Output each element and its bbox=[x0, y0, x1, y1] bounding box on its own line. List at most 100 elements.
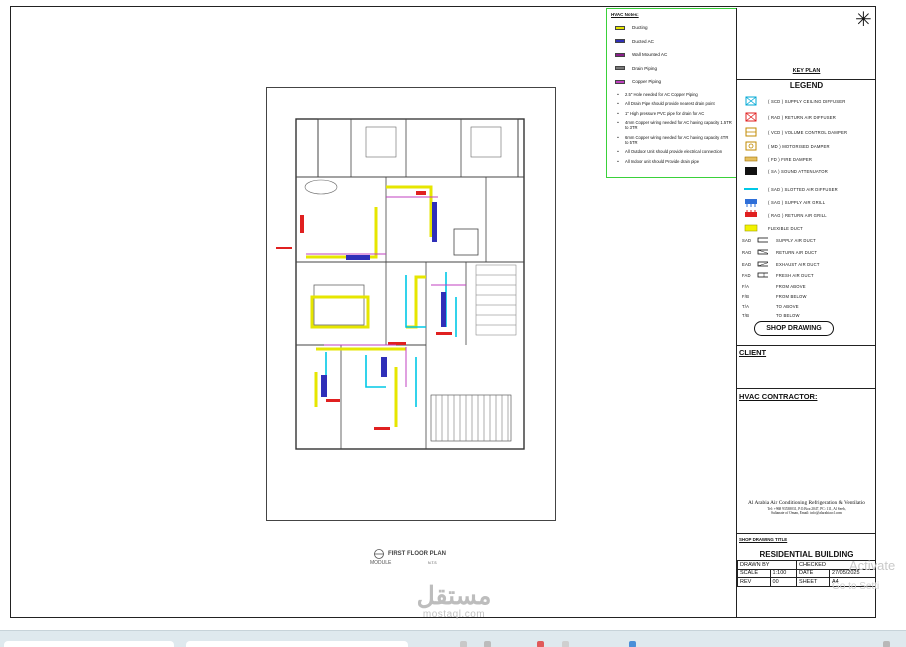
legend-item: F/A FROM ABOVE bbox=[742, 282, 806, 290]
legend-spacer bbox=[756, 311, 768, 319]
legend-label: SUPPLY AIR DUCT bbox=[776, 237, 816, 243]
sound-attenuator-icon bbox=[742, 167, 760, 175]
bullet-icon: • bbox=[617, 91, 619, 97]
legend-label: ( SA ) SOUND ATTENUATOR bbox=[768, 168, 828, 174]
legend-item: F/B FROM BELOW bbox=[742, 292, 807, 300]
taskbar-window-tab[interactable] bbox=[186, 641, 408, 647]
scale-label: SCALE bbox=[737, 568, 771, 579]
taskbar-app-icon[interactable] bbox=[537, 641, 544, 647]
plan-scale: N.T.S bbox=[428, 561, 437, 565]
bullet-icon: • bbox=[617, 134, 619, 140]
rev-label: REV bbox=[737, 577, 771, 587]
legend-spacer bbox=[756, 292, 768, 300]
divider bbox=[737, 388, 876, 389]
contractor-name: Al Arabia Air Conditioning Refrigeration… bbox=[748, 500, 865, 506]
sheet-label: SHEET bbox=[796, 577, 831, 587]
legend-code: F/B bbox=[742, 293, 750, 299]
flexible-duct-icon bbox=[742, 224, 760, 232]
note-text: All Drain Pipe should provide nearest dr… bbox=[625, 101, 715, 107]
shop-drawing-title-label: SHOP DRAWING TITLE bbox=[739, 537, 788, 542]
key-plan-label: KEY PLAN bbox=[792, 68, 821, 74]
contractor-label: HVAC CONTRACTOR: bbox=[739, 392, 818, 401]
legend-item: ( SCD ) SUPPLY CEILING DIFFUSER bbox=[742, 96, 846, 106]
list-item: • 4mm Copper wiring needed for AC having … bbox=[611, 120, 732, 130]
shop-drawing-badge: SHOP DRAWING bbox=[754, 321, 834, 336]
return-air-grill-icon bbox=[742, 210, 760, 219]
legend-label: RETURN AIR DUCT bbox=[776, 249, 818, 255]
legend-spacer bbox=[756, 282, 768, 290]
legend-item: FLEXIBLE DUCT bbox=[742, 224, 803, 232]
stair-core bbox=[475, 264, 517, 336]
legend-item: ( SA ) SOUND ATTENUATOR bbox=[742, 167, 828, 175]
taskbar bbox=[0, 630, 906, 647]
rev-value: 00 bbox=[769, 577, 798, 587]
note-text: 1" High pressure PVC pipe for drain for … bbox=[625, 110, 705, 116]
legend-label: ( SAG ) SUPPLY AIR GRILL bbox=[768, 199, 826, 205]
note-text: All Indoor unit should Provide drain pip… bbox=[625, 159, 700, 165]
legend-code: SAD bbox=[742, 237, 752, 243]
volume-control-damper-icon bbox=[742, 127, 760, 137]
legend-code: RAD bbox=[742, 249, 752, 255]
list-item: • All Indoor unit should Provide drain pi… bbox=[611, 159, 732, 164]
taskbar-tray-icon[interactable] bbox=[883, 641, 890, 647]
color-swatch-icon bbox=[615, 39, 625, 44]
supply-air-grill-icon bbox=[742, 198, 760, 207]
bullet-icon: • bbox=[617, 159, 619, 165]
legend-label: TO BELOW bbox=[776, 312, 800, 318]
plan-module-label: MODULE bbox=[370, 560, 392, 566]
divider bbox=[737, 345, 876, 346]
legend-label: TO ABOVE bbox=[776, 303, 799, 309]
notes-title: HVAC Notes: bbox=[611, 12, 639, 17]
legend-label: ( RAG ) RETURN AIR GRILL bbox=[768, 212, 827, 218]
taskbar-app-icon[interactable] bbox=[460, 641, 467, 647]
supply-ceiling-diffuser-icon bbox=[742, 96, 760, 106]
legend-label: ( SCD ) SUPPLY CEILING DIFFUSER bbox=[768, 98, 846, 104]
legend-spacer bbox=[756, 302, 768, 310]
taskbar-search-box[interactable] bbox=[4, 641, 174, 647]
notes-key-row: Copper Piping bbox=[611, 75, 732, 89]
taskbar-app-icon[interactable] bbox=[562, 641, 569, 647]
scale-value: 1:100 bbox=[769, 568, 798, 579]
notes-key-label: Wall Mounted AC bbox=[632, 52, 668, 58]
notes-key-label: Drain Piping bbox=[632, 65, 658, 71]
motorised-damper-icon bbox=[742, 141, 760, 151]
legend-item: ( SAG ) SUPPLY AIR GRILL bbox=[742, 198, 826, 207]
legend-code: EAD bbox=[742, 261, 752, 267]
return-air-diffuser-icon bbox=[742, 112, 760, 122]
notes-key-row: Drain Piping bbox=[611, 62, 732, 76]
legend-item: ( FD ) FIRE DAMPER bbox=[742, 155, 812, 163]
plan-caption: FIRST FLOOR PLAN MODULE N.T.S bbox=[370, 549, 455, 571]
color-swatch-icon bbox=[615, 25, 625, 30]
legend-code: T/B bbox=[742, 312, 750, 318]
legend-item: ( SAD ) SLOTTED AIR DIFFUSER bbox=[742, 185, 838, 193]
notes-color-keys: Ducting Ducted AC Wall Mounted AC Drain Pip… bbox=[611, 21, 732, 89]
wall-top-rooms bbox=[317, 118, 519, 178]
notes-key-row: Ducting bbox=[611, 21, 732, 35]
lift bbox=[453, 228, 479, 256]
taskbar-app-icon[interactable] bbox=[484, 641, 491, 647]
list-item: • All Drain Pipe should provide nearest d… bbox=[611, 101, 732, 106]
activate-windows-subtext: Go to Setti bbox=[832, 581, 880, 592]
date-label: DATE bbox=[796, 568, 831, 579]
legend-label: ( MD ) MOTORISED DAMPER bbox=[768, 143, 830, 149]
legend-code: F/A bbox=[742, 283, 750, 289]
legend-item: T/B TO BELOW bbox=[742, 311, 800, 319]
legend-item: ( RAD ) RETURN AIR DIFFUSER bbox=[742, 112, 836, 122]
notes-key-label: Ducting bbox=[632, 25, 648, 31]
plan-title: FIRST FLOOR PLAN bbox=[388, 551, 446, 557]
color-swatch-icon bbox=[615, 79, 625, 84]
bed-bedroom-2 bbox=[470, 126, 502, 158]
legend-item: RAD RETURN AIR DUCT bbox=[742, 248, 817, 256]
legend-label: FRESH AIR DUCT bbox=[776, 272, 814, 278]
bullet-icon: • bbox=[617, 110, 619, 116]
legend-title: LEGEND bbox=[789, 81, 824, 90]
legend-item: ( MD ) MOTORISED DAMPER bbox=[742, 141, 830, 151]
hvac-notes-panel: HVAC Notes: Ducting Ducted AC Wall Mounted… bbox=[606, 8, 737, 178]
contractor-address: Tel: +968 93538031, P.O.Box:2047, PC: 11… bbox=[737, 507, 876, 516]
color-swatch-icon bbox=[615, 52, 625, 57]
taskbar-app-icon[interactable] bbox=[629, 641, 636, 647]
drawn-by-label: DRAWN BY bbox=[736, 560, 798, 570]
note-text: 4mm Copper wiring needed for AC having c… bbox=[625, 120, 732, 131]
legend-code: FAD bbox=[742, 272, 751, 278]
master-bed bbox=[313, 284, 365, 326]
